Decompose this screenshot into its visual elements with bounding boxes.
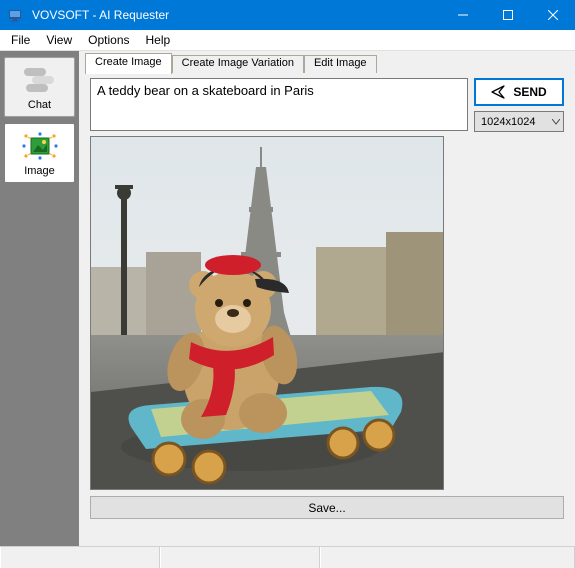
status-bar (0, 546, 575, 568)
app-icon (0, 7, 30, 23)
sidebar-label-chat: Chat (28, 99, 51, 111)
menu-options[interactable]: Options (80, 31, 137, 49)
status-cell-1 (0, 547, 160, 568)
size-select[interactable]: 1024x1024 (474, 111, 564, 132)
main-panel: Create Image Create Image Variation Edit… (79, 51, 575, 546)
menu-view[interactable]: View (38, 31, 80, 49)
tab-strip: Create Image Create Image Variation Edit… (85, 53, 569, 74)
prompt-input[interactable] (90, 78, 468, 131)
maximize-button[interactable] (485, 0, 530, 30)
send-icon (491, 85, 505, 99)
tab-edit-image[interactable]: Edit Image (304, 55, 377, 74)
chevron-down-icon (552, 119, 560, 125)
window-title: VOVSOFT - AI Requester (30, 8, 440, 22)
sidebar-item-chat[interactable]: Chat (4, 57, 75, 117)
menu-file[interactable]: File (3, 31, 38, 49)
status-cell-2 (160, 547, 320, 568)
sidebar-item-image[interactable]: Image (4, 123, 75, 183)
tab-create-image[interactable]: Create Image (85, 53, 172, 74)
menu-bar: File View Options Help (0, 30, 575, 51)
menu-help[interactable]: Help (138, 31, 179, 49)
minimize-button[interactable] (440, 0, 485, 30)
title-bar: VOVSOFT - AI Requester (0, 0, 575, 30)
status-cell-3 (320, 547, 575, 568)
generated-image (90, 136, 444, 490)
save-label: Save... (308, 501, 345, 515)
send-button[interactable]: SEND (474, 78, 564, 106)
send-label: SEND (513, 85, 546, 99)
size-value: 1024x1024 (481, 116, 535, 128)
chat-icon (20, 64, 60, 96)
sidebar: Chat (0, 51, 79, 546)
sidebar-label-image: Image (24, 165, 55, 177)
image-icon (21, 130, 59, 162)
tab-create-variation[interactable]: Create Image Variation (172, 55, 304, 74)
close-button[interactable] (530, 0, 575, 30)
save-button[interactable]: Save... (90, 496, 564, 519)
